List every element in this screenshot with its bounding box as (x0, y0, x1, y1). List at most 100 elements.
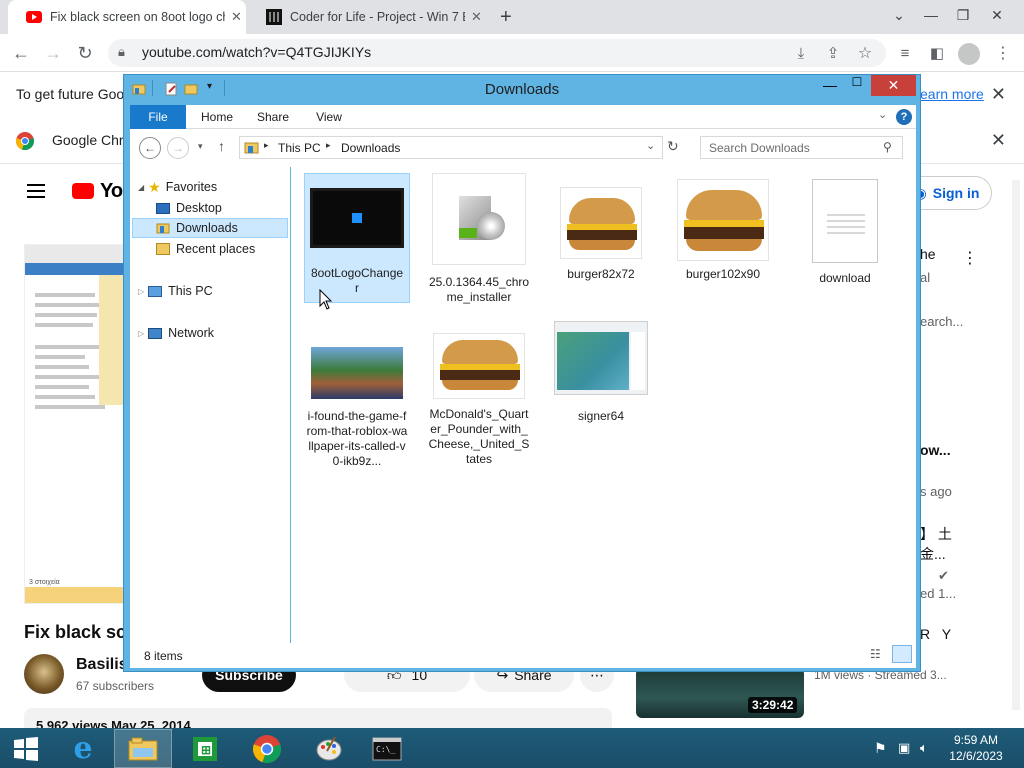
file-item[interactable]: 25.0.1364.45_chrome_installer (426, 173, 532, 304)
nav-recent-places[interactable]: Recent places (156, 239, 286, 259)
tab-coder-for-life[interactable]: Coder for Life - Project - Win 7 B ✕ (248, 0, 492, 34)
expand-arrow-icon[interactable]: ◢ (138, 183, 144, 192)
file-item[interactable]: download (792, 173, 898, 303)
volume-muted-icon[interactable]: 🔈︎ (920, 740, 928, 756)
address-history-icon[interactable]: ⌄ (646, 139, 655, 152)
side-title-fragment: R Y (920, 626, 956, 642)
install-app-icon[interactable]: ⤓ (788, 40, 814, 66)
breadcrumb-downloads[interactable]: Downloads (341, 141, 400, 155)
file-item[interactable]: signer64 (548, 317, 654, 467)
taskbar-internet-explorer[interactable]: e (54, 729, 112, 768)
pane-splitter[interactable] (291, 167, 300, 643)
file-item[interactable]: burger82x72 (548, 173, 654, 303)
explorer-minimize-icon[interactable]: — (817, 77, 843, 95)
side-title-fragment: he (920, 246, 936, 262)
explorer-forward-icon[interactable]: → (167, 137, 189, 159)
tab-home[interactable]: Home (190, 105, 244, 129)
youtube-favicon-icon (26, 11, 42, 23)
network-status-icon[interactable]: ▣ (898, 740, 910, 756)
system-clock[interactable]: 9:59 AM 12/6/2023 (946, 732, 1006, 764)
video-player[interactable]: 3 στοιχεία (24, 244, 128, 604)
project-favicon-icon (266, 9, 282, 25)
explorer-maximize-icon[interactable]: ☐ (844, 75, 870, 93)
more-options-icon[interactable]: ⋮ (962, 248, 978, 268)
nav-downloads[interactable]: Downloads (132, 218, 288, 238)
expand-ribbon-icon[interactable]: ⌄ (878, 108, 887, 121)
tab-file[interactable]: File (130, 105, 186, 129)
nav-this-pc[interactable]: ▷ This PC (138, 281, 288, 301)
close-notice-icon[interactable]: ✕ (991, 130, 1006, 151)
nav-desktop[interactable]: Desktop (156, 198, 286, 218)
excel-icon: ⊞ (193, 736, 217, 761)
clock-date: 12/6/2023 (949, 749, 1003, 763)
channel-name[interactable]: Basilis (76, 656, 128, 674)
restore-icon[interactable]: ❐ (946, 0, 980, 30)
close-tab-icon[interactable]: ✕ (471, 9, 482, 25)
search-downloads-input[interactable]: Search Downloads ⚲ (700, 136, 903, 159)
network-icon (148, 327, 163, 339)
up-folder-icon[interactable]: ↑ (218, 138, 225, 154)
youtube-logo-text[interactable]: Yo (100, 180, 123, 203)
file-item[interactable]: McDonald's_Quarter_Pounder_with_Cheese,_… (426, 317, 532, 467)
nav-label: Favorites (165, 180, 218, 194)
start-button[interactable] (0, 729, 52, 768)
collapse-arrow-icon[interactable]: ▷ (138, 329, 144, 338)
breadcrumb-this-pc[interactable]: This PC (278, 141, 321, 155)
side-text-fragment: s ago (920, 484, 952, 499)
close-info-bar-icon[interactable]: ✕ (991, 84, 1006, 105)
search-icon[interactable]: ⚲ (883, 140, 892, 154)
nav-network[interactable]: ▷ Network (138, 323, 288, 343)
large-icons-view-icon[interactable] (892, 645, 912, 663)
video-title: Fix black sc (24, 622, 127, 642)
tab-view[interactable]: View (302, 105, 356, 129)
taskbar-excel[interactable]: ⊞ (176, 729, 234, 768)
file-name: 25.0.1364.45_chrome_installer (428, 275, 530, 304)
status-bar: 8 items ☷ (130, 643, 916, 668)
taskbar-command-prompt[interactable]: C:\_ (358, 729, 416, 768)
profile-avatar-icon[interactable] (958, 43, 980, 65)
explorer-close-icon[interactable]: ✕ (871, 75, 916, 96)
reload-icon[interactable]: ↻ (72, 40, 98, 66)
chrome-menu-icon[interactable]: ⋮ (990, 40, 1016, 66)
windows-logo-icon (352, 213, 362, 223)
details-view-icon[interactable]: ☷ (870, 647, 881, 661)
action-center-flag-icon[interactable]: ⚑ (874, 740, 887, 757)
new-tab-icon[interactable]: + (500, 6, 512, 29)
taskbar-file-explorer[interactable] (114, 729, 172, 768)
youtube-logo-icon[interactable] (72, 183, 94, 199)
lock-icon[interactable]: 🔒︎ (118, 44, 125, 60)
taskbar-chrome[interactable] (238, 729, 296, 768)
page-scrollbar[interactable] (1012, 180, 1020, 710)
back-icon[interactable]: ← (8, 40, 34, 66)
learn-more-link[interactable]: earn more (920, 86, 984, 102)
recent-locations-icon[interactable]: ▾ (198, 141, 203, 152)
file-item[interactable]: burger102x90 (670, 173, 776, 303)
media-control-icon[interactable]: ≡ (892, 40, 918, 66)
tab-share[interactable]: Share (246, 105, 300, 129)
file-name: burger102x90 (685, 267, 761, 281)
channel-avatar[interactable] (24, 654, 64, 694)
forward-icon[interactable]: → (40, 40, 66, 66)
file-item[interactable]: i-found-the-game-from-that-roblox-wallpa… (304, 317, 410, 468)
refresh-icon[interactable]: ↻ (667, 138, 679, 155)
hamburger-menu-icon[interactable] (27, 184, 45, 202)
share-page-icon[interactable]: ⇪ (820, 40, 846, 66)
close-tab-icon[interactable]: ✕ (231, 9, 242, 25)
nav-favorites[interactable]: ◢ ★ Favorites (138, 177, 288, 197)
help-icon[interactable]: ? (896, 109, 912, 125)
windows-logo-icon (14, 736, 38, 761)
file-item[interactable]: 8ootLogoChanger (304, 173, 410, 303)
item-count: 8 items (144, 649, 183, 663)
tab-youtube[interactable]: Fix black screen on 8oot logo cha ✕ (8, 0, 246, 34)
explorer-back-icon[interactable]: ← (139, 137, 161, 159)
close-window-icon[interactable]: ✕ (980, 0, 1014, 30)
collapse-arrow-icon[interactable]: ▷ (138, 287, 144, 296)
tab-search-icon[interactable]: ⌄ (882, 0, 916, 30)
minimize-icon[interactable]: — (914, 0, 948, 30)
url-text[interactable]: youtube.com/watch?v=Q4TGJIJKIYs (142, 44, 371, 60)
side-panel-icon[interactable]: ◧ (924, 40, 950, 66)
file-list: 8ootLogoChanger 25.0.1364.45_chrome_inst… (300, 167, 916, 643)
explorer-address-bar[interactable]: ▸ This PC ▸ Downloads ⌄ (239, 136, 663, 159)
bookmark-star-icon[interactable]: ☆ (852, 40, 878, 66)
taskbar-paint[interactable] (300, 729, 358, 768)
